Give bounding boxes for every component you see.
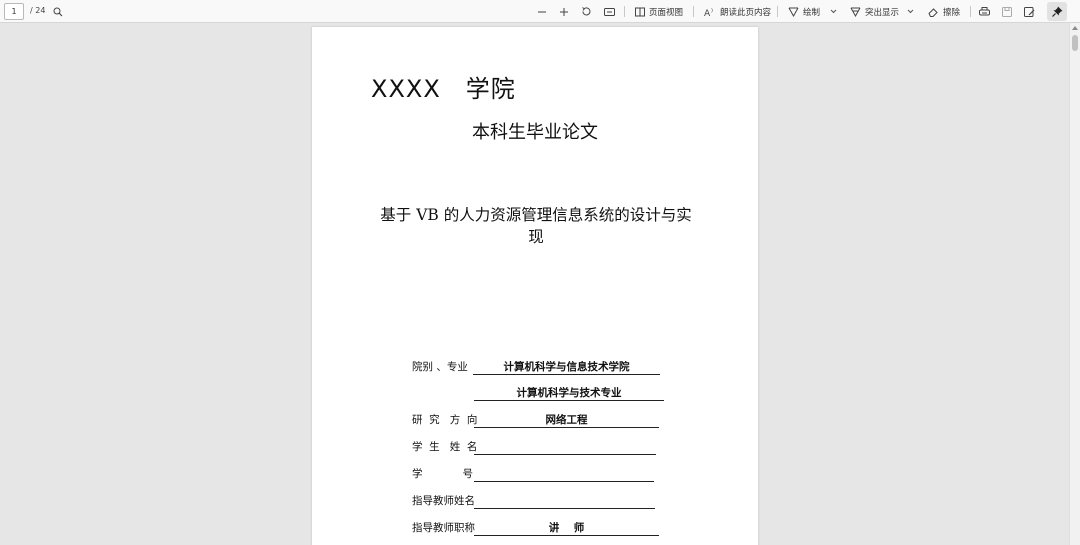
vertical-scrollbar[interactable] — [1069, 23, 1080, 545]
field-value: 讲 师 — [474, 520, 659, 536]
scrollbar-thumb[interactable] — [1072, 35, 1078, 51]
save-as-button[interactable] — [1024, 0, 1035, 23]
save-icon — [1002, 6, 1012, 17]
page-total: / 24 — [30, 6, 46, 15]
fit-page-icon — [604, 7, 615, 16]
field-value — [474, 493, 655, 509]
field-label: 学 生 姓 名 — [412, 441, 478, 453]
erase-button[interactable]: 擦除 — [928, 0, 960, 23]
chevron-down-icon — [907, 9, 914, 14]
field-value: 网络工程 — [474, 412, 659, 428]
save-as-icon — [1024, 6, 1035, 17]
field-value: 计算机科学与技术专业 — [474, 385, 664, 401]
rotate-icon — [582, 7, 591, 16]
svg-text:A: A — [704, 9, 711, 17]
page-number-input[interactable]: 1 — [4, 3, 24, 20]
toolbar-divider — [624, 6, 625, 17]
thesis-title-line-2: 现 — [528, 228, 544, 246]
field-value — [474, 466, 654, 482]
toolbar-divider — [693, 6, 694, 17]
zoom-in-button[interactable] — [559, 0, 569, 23]
chevron-down-icon — [830, 9, 837, 14]
page-view-button[interactable]: 页面视图 — [635, 0, 683, 23]
svg-text:): ) — [711, 8, 713, 14]
highlight-dropdown-button[interactable] — [907, 0, 914, 23]
field-label: 院别 、专业 — [412, 361, 468, 373]
document-subtitle: 本科生毕业论文 — [472, 122, 598, 143]
zoom-out-icon — [538, 11, 546, 12]
draw-label: 绘制 — [803, 7, 821, 18]
draw-icon — [788, 7, 799, 17]
read-aloud-label: 朗读此页内容 — [720, 7, 772, 18]
pdf-toolbar: 1 / 24 页面视图 A) 朗读此页内容 绘制 突出显示 擦除 — [0, 0, 1080, 23]
read-aloud-icon: A) — [704, 8, 713, 17]
scroll-up-arrow-icon[interactable] — [1072, 26, 1078, 30]
rotate-button[interactable] — [581, 0, 592, 23]
fit-page-button[interactable] — [604, 0, 615, 23]
erase-label: 擦除 — [943, 7, 961, 18]
toolbar-divider — [777, 6, 778, 17]
toolbar-divider — [970, 6, 971, 17]
highlight-button[interactable]: 突出显示 — [850, 0, 899, 23]
college-name: XXXX 学院 — [371, 75, 516, 103]
field-value: 计算机科学与信息技术学院 — [473, 359, 660, 375]
page-view-icon — [635, 7, 645, 16]
search-button[interactable] — [53, 0, 63, 23]
field-label: 学 号 — [412, 468, 474, 480]
thesis-title-line-1: 基于 VB 的人力资源管理信息系统的设计与实 — [380, 206, 692, 224]
pin-toolbar-button[interactable] — [1047, 2, 1067, 21]
field-label: 指导教师姓名 — [412, 495, 475, 507]
zoom-out-button[interactable] — [537, 0, 547, 23]
draw-dropdown-button[interactable] — [830, 0, 837, 23]
erase-icon — [928, 7, 938, 17]
field-label: 研 究 方 向 — [412, 414, 478, 426]
draw-button[interactable]: 绘制 — [788, 0, 820, 23]
zoom-in-icon — [560, 7, 568, 16]
print-button[interactable] — [979, 0, 990, 23]
thesis-title: 基于 VB 的人力资源管理信息系统的设计与实 现 — [364, 204, 708, 248]
page-view-label: 页面视图 — [649, 7, 684, 18]
highlight-label: 突出显示 — [865, 7, 900, 18]
field-value — [474, 439, 656, 455]
read-aloud-button[interactable]: A) 朗读此页内容 — [704, 0, 771, 23]
search-icon — [53, 7, 63, 16]
pin-icon — [1051, 6, 1062, 17]
save-button[interactable] — [1002, 0, 1012, 23]
print-icon — [979, 6, 990, 15]
document-page: XXXX 学院 本科生毕业论文 基于 VB 的人力资源管理信息系统的设计与实 现… — [312, 27, 758, 545]
field-label: 指导教师职称 — [412, 522, 475, 534]
highlight-icon — [850, 7, 861, 17]
